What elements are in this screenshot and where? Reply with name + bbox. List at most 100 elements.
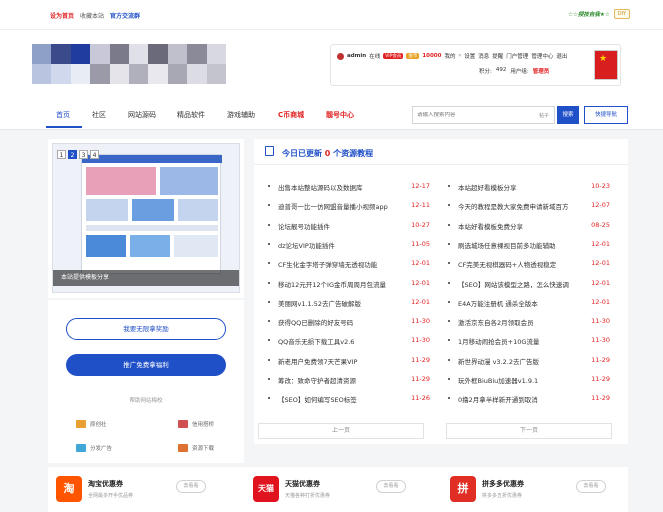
- reward-button[interactable]: 我要无限拿奖励: [66, 318, 226, 340]
- list-item[interactable]: 筹改：致命守护者超清资源 11-29: [268, 374, 430, 386]
- nav-cb-mall[interactable]: C币商城: [278, 110, 304, 120]
- list-item[interactable]: dz论坛VIP功能插件 11-05: [268, 239, 430, 251]
- promote-button[interactable]: 推广免费拿福利: [66, 354, 226, 376]
- diy-button[interactable]: DIY: [613, 9, 631, 19]
- item-title[interactable]: E4A万能注册机 通杀全版本: [458, 298, 538, 308]
- link-original[interactable]: 原创社: [76, 420, 107, 428]
- list-item[interactable]: 本站好看模板免费分享 08-25: [448, 220, 610, 232]
- item-title[interactable]: CF生化金字塔子弹穿墙无透视功能: [278, 259, 377, 269]
- item-title[interactable]: 刷选城场任意裸视目前多功能辅助: [458, 240, 556, 250]
- list-item[interactable]: 迪普哥一比一仿网盟音量播小视频app 12-11: [268, 200, 430, 212]
- slider[interactable]: 1 2 3 4 本站提供模板分享: [52, 143, 240, 293]
- username[interactable]: admin: [347, 53, 366, 59]
- quick-nav-button[interactable]: 快捷导航: [584, 106, 628, 124]
- item-title[interactable]: QQ音乐无损下载工具v2.6: [278, 336, 354, 346]
- item-title[interactable]: 新老用户免费领7天芒果VIP: [278, 356, 357, 366]
- list-item[interactable]: 【SEO】网站该模型之路，怎么快速调 12-01: [448, 278, 610, 290]
- link-ads[interactable]: 分发广告: [76, 444, 112, 452]
- link-downloads[interactable]: 资源下载: [178, 444, 214, 452]
- item-title[interactable]: 【SEO】如何编写SEO标签: [278, 394, 357, 404]
- coupon-subtitle: 拼多多五折优惠券: [482, 493, 523, 499]
- item-title[interactable]: 本站超好看模板分享: [458, 182, 517, 192]
- nav-community[interactable]: 社区: [92, 110, 106, 120]
- next-page-button[interactable]: 下一页: [446, 423, 612, 439]
- link-messages[interactable]: 消息: [478, 52, 489, 60]
- list-item[interactable]: QQ音乐无损下载工具v2.6 11-30: [268, 335, 430, 347]
- item-title[interactable]: dz论坛VIP功能插件: [278, 240, 335, 250]
- link-settings[interactable]: 设置: [464, 52, 475, 60]
- coupon-tmall[interactable]: 天猫 天猫优惠券 天猫各种打折优惠券: [253, 476, 330, 502]
- bullet-icon: [448, 223, 450, 226]
- slide-caption[interactable]: 本站提供模板分享: [53, 270, 239, 286]
- item-title[interactable]: 【SEO】网站该模型之路，怎么快速调: [458, 279, 569, 289]
- item-title[interactable]: 筹改：致命守护者超清资源: [278, 375, 356, 385]
- item-title[interactable]: 出售本站整站源码以及数据库: [278, 182, 363, 192]
- item-title[interactable]: 迪普哥一比一仿网盟音量播小视频app: [278, 201, 388, 211]
- list-item[interactable]: 本站超好看模板分享 10-23: [448, 181, 610, 193]
- my-menu[interactable]: 我的: [444, 52, 455, 60]
- list-item[interactable]: 移动12元开12个IG金币周周月包流量 12-01: [268, 278, 430, 290]
- item-title[interactable]: 美丽网v1.1.52去广告破解版: [278, 298, 361, 308]
- nav-game-assist[interactable]: 游戏辅助: [227, 110, 255, 120]
- link-logout[interactable]: 退出: [556, 52, 567, 60]
- link-admin-center[interactable]: 管理中心: [531, 52, 553, 60]
- taobao-go-button[interactable]: 去看看: [176, 480, 206, 493]
- list-item[interactable]: 0撸2月拿半样新开通到取消 11-29: [448, 393, 610, 405]
- list-item[interactable]: 论坛靓号功能插件 10-27: [268, 220, 430, 232]
- list-item[interactable]: 激活京东自各2月领取会员 11-30: [448, 316, 610, 328]
- item-title[interactable]: 激活京东自各2月领取会员: [458, 317, 534, 327]
- avatar[interactable]: [594, 50, 618, 80]
- link-credit[interactable]: 信用搭桥: [178, 420, 214, 428]
- nav-vanity-number[interactable]: 靓号中心: [326, 110, 354, 120]
- slide-dot-4[interactable]: 4: [90, 150, 99, 159]
- prev-page-button[interactable]: 上一页: [258, 423, 424, 439]
- list-item[interactable]: 今天的教程是教大家免费申请新域百方 12-07: [448, 200, 610, 212]
- item-title[interactable]: 论坛靓号功能插件: [278, 221, 330, 231]
- link-portal-admin[interactable]: 门户管理: [506, 52, 528, 60]
- item-title[interactable]: 移动12元开12个IG金币周周月包流量: [278, 279, 386, 289]
- site-logo[interactable]: [32, 44, 226, 84]
- item-title[interactable]: 1月移动闹抢会员+10G流量: [458, 336, 539, 346]
- search-button[interactable]: 搜索: [557, 106, 579, 124]
- coupon-taobao[interactable]: 淘 淘宝优惠券 全网最多开手优品券: [56, 476, 133, 502]
- list-item[interactable]: 玩外框BiuBiu加速器v1.9.1 11-29: [448, 374, 610, 386]
- set-home-link[interactable]: 设为首页: [50, 11, 74, 20]
- list-item[interactable]: CF完美无视棋器码+人物透视稳定 12-01: [448, 258, 610, 270]
- slide-dot-1[interactable]: 1: [57, 150, 66, 159]
- list-item[interactable]: 美丽网v1.1.52去广告破解版 12-01: [268, 297, 430, 309]
- item-title[interactable]: 新世界动漫 v3.2.2去广告版: [458, 356, 539, 366]
- list-item[interactable]: 【SEO】如何编写SEO标签 11-26: [268, 393, 430, 405]
- list-item[interactable]: 获得QQ已删除的好友号码 11-30: [268, 316, 430, 328]
- item-title[interactable]: 0撸2月拿半样新开通到取消: [458, 394, 538, 404]
- item-title[interactable]: CF完美无视棋器码+人物透视稳定: [458, 259, 556, 269]
- item-title[interactable]: 获得QQ已删除的好友号码: [278, 317, 353, 327]
- tmall-go-button[interactable]: 去看看: [376, 480, 406, 493]
- list-item[interactable]: E4A万能注册机 通杀全版本 12-01: [448, 297, 610, 309]
- list-item[interactable]: 新世界动漫 v3.2.2去广告版 11-29: [448, 355, 610, 367]
- item-date: 11-26: [411, 394, 430, 403]
- link-reminders[interactable]: 提醒: [492, 52, 503, 60]
- list-item[interactable]: 刷选城场任意裸视目前多功能辅助 12-01: [448, 239, 610, 251]
- item-title[interactable]: 本站好看模板免费分享: [458, 221, 523, 231]
- list-item[interactable]: 1月移动闹抢会员+10G流量 11-30: [448, 335, 610, 347]
- slide-dot-3[interactable]: 3: [79, 150, 88, 159]
- nav-software[interactable]: 精品软件: [177, 110, 205, 120]
- item-title[interactable]: 今天的教程是教大家免费申请新域百方: [458, 201, 569, 211]
- nav-site-source[interactable]: 网站源码: [128, 110, 156, 120]
- list-item[interactable]: 新老用户免费领7天芒果VIP 11-29: [268, 355, 430, 367]
- list-item[interactable]: 出售本站整站源码以及数据库 12-17: [268, 181, 430, 193]
- score-value[interactable]: 492: [496, 67, 507, 75]
- pdd-go-button[interactable]: 去看看: [576, 480, 606, 493]
- list-item[interactable]: CF生化金字塔子弹穿墙无透视功能 12-01: [268, 258, 430, 270]
- bookmark-link[interactable]: 收藏本站: [80, 11, 104, 20]
- bullet-icon: [448, 204, 450, 207]
- search-input[interactable]: [417, 112, 527, 118]
- search-type-select[interactable]: 帖子: [539, 112, 549, 119]
- nav-home[interactable]: 首页: [56, 110, 70, 120]
- item-title[interactable]: 玩外框BiuBiu加速器v1.9.1: [458, 375, 538, 385]
- slide-dot-2[interactable]: 2: [68, 150, 77, 159]
- coupon-pdd[interactable]: 拼 拼多多优惠券 拼多多五折优惠券: [450, 476, 524, 502]
- slide-image: [81, 154, 222, 274]
- group-value[interactable]: 管理员: [533, 67, 550, 75]
- official-group-link[interactable]: 官方交流群: [110, 11, 140, 20]
